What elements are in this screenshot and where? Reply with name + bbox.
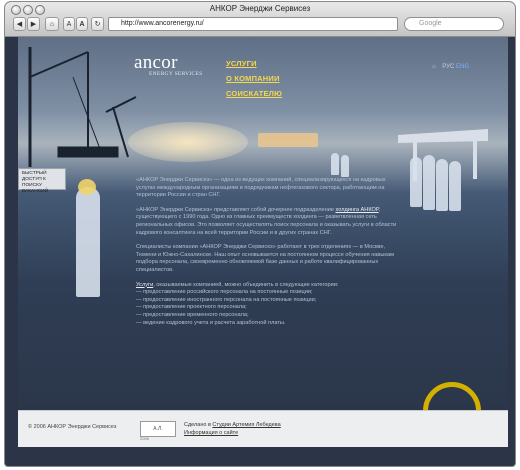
offices-paragraph: Специалисты компании «АНКОР Энерджи Серв… bbox=[136, 244, 394, 273]
services-list: — предоставление российского персонала н… bbox=[136, 289, 398, 327]
services-paragraph: Услуги, оказываемые компанией, можно объ… bbox=[136, 282, 398, 290]
quick-access-button[interactable]: БЫСТРЫЙ ДОСТУП К ПОИСКУ ВАКАНСИЙ bbox=[18, 168, 66, 194]
list-item: — предоставление иностранного персонала … bbox=[136, 296, 317, 303]
list-item: — предоставление российского персонала н… bbox=[136, 289, 313, 296]
site-info-link[interactable]: Информация о сайте bbox=[184, 430, 238, 436]
browser-window: АНКОР Энерджи Сервисез ◀ ▶ ⌂ A A ↻ http:… bbox=[5, 2, 515, 466]
lang-ru[interactable]: РУС bbox=[442, 64, 454, 70]
made-by-text: Сделано в bbox=[184, 422, 213, 428]
credits: Сделано в Студии Артемия Лебедева Информ… bbox=[184, 421, 281, 437]
holding-text: «АНКОР Энерджи Сервисез» представляет со… bbox=[136, 206, 336, 213]
address-bar-url: http://www.ancorenergy.ru/ bbox=[121, 20, 204, 27]
worker-figure bbox=[341, 155, 349, 177]
text-smaller-button[interactable]: A bbox=[63, 17, 75, 31]
reload-icon: ↻ bbox=[94, 21, 101, 28]
holding-link[interactable]: холдинга АНКОР bbox=[336, 207, 379, 213]
worker-figure bbox=[410, 157, 422, 207]
worker-figure bbox=[436, 159, 448, 211]
intro-paragraph: «АНКОР Энерджи Сервисез» — одна из ведущ… bbox=[136, 177, 386, 199]
worker-figure bbox=[423, 155, 435, 210]
services-text: , оказываемые компанией, можно объединит… bbox=[153, 281, 339, 288]
holding-paragraph: «АНКОР Энерджи Сервисез» представляет со… bbox=[136, 207, 398, 237]
page-footer: © 2006 АНКОР Энерджи Сервисез А.Л. 2006 … bbox=[18, 410, 508, 447]
text-bigger-button[interactable]: A bbox=[76, 17, 88, 31]
title-bar: АНКОР Энерджи Сервисез ◀ ▶ ⌂ A A ↻ http:… bbox=[5, 2, 515, 37]
hard-hat bbox=[78, 179, 96, 195]
language-switcher: ⌂ РУС ENG bbox=[432, 64, 469, 70]
studio-logo[interactable]: А.Л. bbox=[140, 421, 176, 437]
nav-item-services[interactable]: УСЛУГИ bbox=[226, 59, 257, 68]
address-bar[interactable]: http://www.ancorenergy.ru/ bbox=[108, 17, 398, 31]
services-link[interactable]: Услуги bbox=[136, 282, 153, 288]
logo-subtitle: ENERGY SERVICES bbox=[149, 71, 203, 77]
text-smaller-label: A bbox=[66, 21, 72, 28]
nav-item-about[interactable]: О КОМПАНИИ bbox=[226, 74, 280, 83]
copyright: © 2006 АНКОР Энерджи Сервисез bbox=[28, 424, 117, 430]
home-button[interactable]: ⌂ bbox=[45, 17, 59, 31]
web-page: ancor ENERGY SERVICES УСЛУГИ О КОМПАНИИ … bbox=[18, 37, 508, 447]
forward-button[interactable]: ▶ bbox=[27, 17, 40, 31]
list-item: — ведение кадрового учета и расчета зара… bbox=[136, 319, 286, 326]
nav-item-candidates[interactable]: СОИСКАТЕЛЮ bbox=[226, 89, 282, 98]
list-item: — предоставление проектного персонала; bbox=[136, 304, 247, 311]
studio-logo-year: 2006 bbox=[140, 436, 149, 441]
worker-figure bbox=[76, 187, 100, 297]
lang-en[interactable]: ENG bbox=[456, 64, 469, 70]
window-title: АНКОР Энерджи Сервисез bbox=[209, 4, 311, 13]
search-placeholder: Google bbox=[419, 20, 442, 27]
worker-figure bbox=[449, 161, 461, 211]
back-button[interactable]: ◀ bbox=[13, 17, 26, 31]
search-field[interactable]: Google bbox=[404, 17, 504, 31]
list-item: — предоставление временного персонала; bbox=[136, 311, 249, 318]
home-icon: ⌂ bbox=[49, 21, 55, 28]
home-icon[interactable]: ⌂ bbox=[432, 64, 436, 70]
main-content: «АНКОР Энерджи Сервисез» — одна из ведущ… bbox=[136, 177, 398, 327]
studio-link[interactable]: Студии Артемия Лебедева bbox=[212, 422, 280, 428]
reload-button[interactable]: ↻ bbox=[91, 17, 104, 31]
text-bigger-label: A bbox=[79, 21, 85, 28]
worker-figure bbox=[331, 153, 339, 175]
